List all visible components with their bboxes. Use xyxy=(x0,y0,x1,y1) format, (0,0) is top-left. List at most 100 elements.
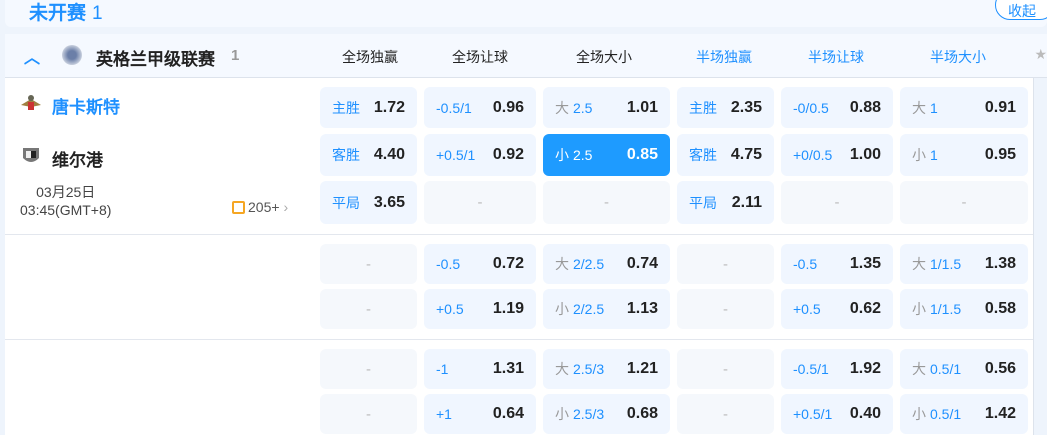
odds-cell-empty[interactable]: - xyxy=(320,289,417,329)
odds-cell-empty[interactable]: - xyxy=(677,244,774,284)
odds-cell[interactable]: 小 0.5/1 1.42 xyxy=(900,394,1028,434)
odds-value: 1.00 xyxy=(849,146,881,163)
odds-cell[interactable]: +0/0.5 1.00 xyxy=(781,134,893,176)
odds-cell[interactable]: 大 0.5/1 0.56 xyxy=(900,349,1028,389)
empty-mark: - xyxy=(366,255,371,273)
odds-line: 1 xyxy=(930,99,938,116)
odds-value: 1.31 xyxy=(492,360,524,377)
odds-value: 0.95 xyxy=(984,146,1016,163)
empty-mark: - xyxy=(366,300,371,318)
odds-cell[interactable]: +0.5 0.62 xyxy=(781,289,893,329)
collapse-button[interactable]: 收起 xyxy=(995,0,1047,20)
odds-cell[interactable]: 小 2.5 0.85 xyxy=(543,134,670,176)
odds-label: 小 2.5/3 xyxy=(555,404,604,424)
empty-mark: - xyxy=(723,360,728,378)
market-header: 半场让球 xyxy=(808,49,864,65)
odds-cell-empty[interactable]: - xyxy=(781,181,893,224)
odds-label: 大 0.5/1 xyxy=(912,359,961,379)
odds-value: 0.92 xyxy=(492,146,524,163)
odds-label: -1 xyxy=(436,361,448,377)
odds-type: +0.5 xyxy=(436,301,464,317)
odds-label: +1 xyxy=(436,406,452,422)
odds-value: 0.56 xyxy=(984,360,1016,377)
odds-label: 大1 xyxy=(912,98,938,118)
odds-cell[interactable]: 小 1/1.5 0.58 xyxy=(900,289,1028,329)
odds-label: +0.5 xyxy=(436,301,464,317)
odds-label: 大 2.5/3 xyxy=(555,359,604,379)
odds-cell-empty[interactable]: - xyxy=(677,289,774,329)
odds-cell[interactable]: 平局 2.11 xyxy=(677,181,774,224)
odds-value: 1.13 xyxy=(626,300,658,317)
odds-type: 大 xyxy=(555,99,569,116)
odds-value: 0.68 xyxy=(626,405,658,422)
odds-value: 0.64 xyxy=(492,405,524,422)
odds-cell-empty[interactable]: - xyxy=(320,349,417,389)
more-markets-link[interactable]: 205+ › xyxy=(232,199,288,215)
odds-value: 1.92 xyxy=(849,360,881,377)
odds-value: 4.75 xyxy=(730,146,762,163)
chevron-up-icon[interactable]: ︿ xyxy=(24,44,40,68)
odds-cell-empty[interactable]: - xyxy=(677,349,774,389)
odds-line: 2.5 xyxy=(573,99,593,116)
odds-line: 2/2.5 xyxy=(573,256,605,272)
odds-cell-empty[interactable]: - xyxy=(543,181,670,224)
section-count: 1 xyxy=(92,3,103,24)
odds-cell[interactable]: 小 2.5/3 0.68 xyxy=(543,394,670,434)
odds-cell[interactable]: 大 1/1.5 1.38 xyxy=(900,244,1028,284)
home-team-name[interactable]: 唐卡斯特 xyxy=(52,93,120,118)
odds-value: 0.74 xyxy=(626,255,658,272)
odds-cell[interactable]: 客胜 4.75 xyxy=(677,134,774,176)
odds-value: 1.72 xyxy=(373,98,405,116)
empty-mark: - xyxy=(723,255,728,273)
odds-cell[interactable]: +1 0.64 xyxy=(424,394,536,434)
odds-cell[interactable]: +0.5/1 0.40 xyxy=(781,394,893,434)
odds-line: 2/2.5 xyxy=(573,301,605,317)
odds-cell[interactable]: +0.5/1 0.92 xyxy=(424,134,536,176)
odds-cell[interactable]: 大 2.5 1.01 xyxy=(543,87,670,128)
empty-mark: - xyxy=(477,194,483,211)
odds-cell[interactable]: -0.5 0.72 xyxy=(424,244,536,284)
odds-cell[interactable]: 主胜 1.72 xyxy=(320,87,417,128)
odds-cell-empty[interactable]: - xyxy=(424,181,536,224)
odds-cell[interactable]: 平局 3.65 xyxy=(320,181,417,224)
scrollbar[interactable] xyxy=(1033,78,1047,435)
odds-cell[interactable]: -0.5/1 1.92 xyxy=(781,349,893,389)
odds-cell[interactable]: +0.5 1.19 xyxy=(424,289,536,329)
odds-cell[interactable]: 大 2.5/3 1.21 xyxy=(543,349,670,389)
odds-cell[interactable]: -0.5 1.35 xyxy=(781,244,893,284)
odds-cell[interactable]: -0.5/1 0.96 xyxy=(424,87,536,128)
odds-type: 客胜 xyxy=(332,147,360,163)
odds-cell[interactable]: 大 1 0.91 xyxy=(900,87,1028,128)
league-name[interactable]: 英格兰甲级联赛 xyxy=(96,45,215,70)
odds-cell-empty[interactable]: - xyxy=(677,394,774,434)
odds-value: 0.85 xyxy=(626,146,658,163)
odds-value: 1.19 xyxy=(492,300,524,317)
market-header: 半场独赢 xyxy=(696,49,752,65)
odds-type: 小 xyxy=(555,301,569,317)
divider xyxy=(5,339,1033,340)
section-title[interactable]: 未开赛 1 xyxy=(29,0,103,25)
odds-cell[interactable]: 大 2/2.5 0.74 xyxy=(543,244,670,284)
odds-label: +0.5/1 xyxy=(436,147,475,163)
odds-label: +0/0.5 xyxy=(793,147,832,163)
odds-cell[interactable]: 小 2/2.5 1.13 xyxy=(543,289,670,329)
odds-cell[interactable]: 小 1 0.95 xyxy=(900,134,1028,176)
odds-value: 0.88 xyxy=(849,98,881,116)
odds-cell[interactable]: -0/0.5 0.88 xyxy=(781,87,893,128)
pin-icon[interactable]: ★ xyxy=(1034,46,1047,63)
odds-value: 0.72 xyxy=(492,255,524,272)
odds-cell[interactable]: -1 1.31 xyxy=(424,349,536,389)
away-team-name[interactable]: 维尔港 xyxy=(52,146,103,171)
odds-cell[interactable]: 客胜 4.40 xyxy=(320,134,417,176)
empty-mark: - xyxy=(723,300,728,318)
odds-value: 3.65 xyxy=(373,193,405,211)
odds-line: 1/1.5 xyxy=(930,301,962,317)
odds-cell-empty[interactable]: - xyxy=(900,181,1028,224)
odds-cell-empty[interactable]: - xyxy=(320,244,417,284)
odds-cell[interactable]: 主胜 2.35 xyxy=(677,87,774,128)
odds-cell-empty[interactable]: - xyxy=(320,394,417,434)
match-datetime: 03月25日 03:45(GMT+8) xyxy=(20,183,111,219)
odds-type: 大 xyxy=(555,361,569,377)
section-title-text: 未开赛 xyxy=(29,3,87,24)
odds-value: 2.35 xyxy=(730,98,762,116)
